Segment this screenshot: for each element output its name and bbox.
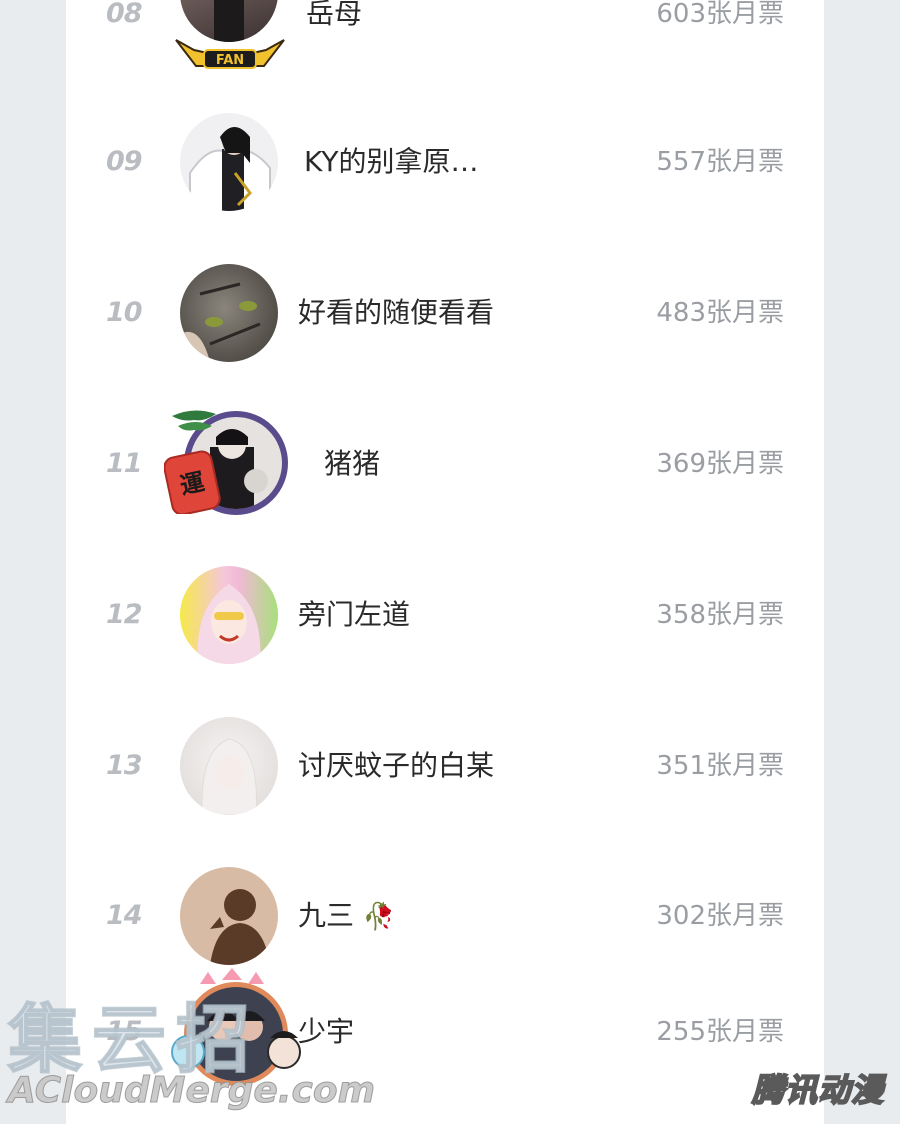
vote-count: 302张月票 xyxy=(656,901,784,931)
chibi-badge-frame-icon xyxy=(171,968,301,1069)
user-name[interactable]: 猪猪 xyxy=(324,442,380,486)
ranking-row[interactable]: 09 KY的别拿原… 557张月票 xyxy=(66,92,824,232)
user-name[interactable]: 岳母 xyxy=(306,0,362,36)
avatar[interactable] xyxy=(180,113,278,211)
vote-count: 255张月票 xyxy=(656,1017,784,1047)
user-name[interactable]: 好看的随便看看 xyxy=(298,291,494,335)
ranking-row[interactable]: 15 少宇 255张月票 xyxy=(66,962,824,1102)
avatar[interactable] xyxy=(180,264,278,362)
user-name[interactable]: KY的别拿原… xyxy=(304,140,478,184)
ranking-row[interactable]: 08 FAN 岳母 603张月票 xyxy=(66,0,824,84)
rank-number: 10 xyxy=(106,297,143,328)
user-name[interactable]: 讨厌蚊子的白某 xyxy=(298,744,494,788)
publisher-watermark: 腾讯动漫 xyxy=(751,1070,884,1110)
ranking-row[interactable]: 12 旁门左道 358张月票 xyxy=(66,545,824,685)
user-name-text: 九三 xyxy=(298,899,355,932)
vote-count: 603张月票 xyxy=(656,0,784,29)
rank-number: 08 xyxy=(106,0,143,29)
vote-count: 369张月票 xyxy=(656,449,784,479)
rank-number: 09 xyxy=(106,146,143,177)
vote-count: 351张月票 xyxy=(656,751,784,781)
ranking-row[interactable]: 13 讨厌蚊子的白某 351张月票 xyxy=(66,696,824,836)
user-name[interactable]: 旁门左道 xyxy=(298,593,410,637)
fan-label: FAN xyxy=(216,53,244,68)
rank-number: 13 xyxy=(106,750,143,781)
rank-number: 12 xyxy=(106,599,143,630)
user-name[interactable]: 少宇 xyxy=(298,1010,354,1054)
rank-number: 15 xyxy=(106,1016,143,1047)
rank-number: 14 xyxy=(106,900,143,931)
user-name[interactable]: 九三 🥀 xyxy=(298,894,395,938)
luck-charm-badge-icon: 運 xyxy=(164,410,221,514)
avatar[interactable] xyxy=(180,867,278,965)
fan-badge-frame-icon: FAN xyxy=(175,39,285,69)
rose-emoji-icon: 🥀 xyxy=(362,902,396,932)
ranking-row[interactable]: 10 好看的随便看看 483张月票 xyxy=(66,243,824,383)
avatar[interactable] xyxy=(180,717,278,815)
vote-count: 358张月票 xyxy=(656,600,784,630)
vote-count: 483张月票 xyxy=(656,298,784,328)
rank-number: 11 xyxy=(106,448,143,479)
ranking-row[interactable]: 11 運 猪猪 369张月票 xyxy=(66,394,824,534)
vote-count: 557张月票 xyxy=(656,147,784,177)
avatar[interactable] xyxy=(180,566,278,664)
ranking-panel: 08 FAN 岳母 603张月票 09 KY的别拿原… 557张月票 10 好看… xyxy=(66,0,824,1124)
